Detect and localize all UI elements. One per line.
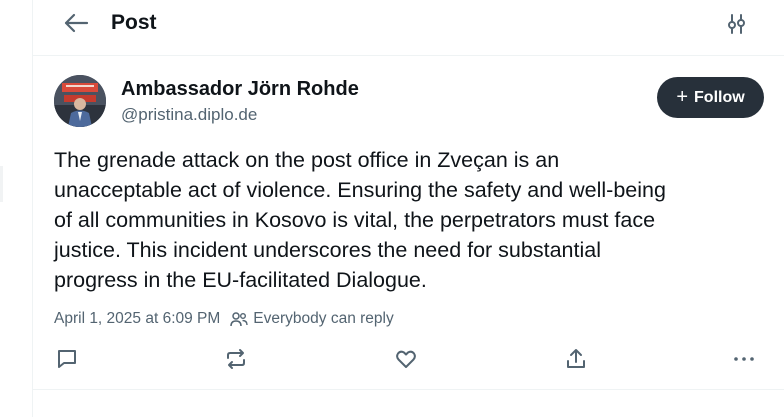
author-name[interactable]: Ambassador Jörn Rohde <box>121 77 359 101</box>
repost-button[interactable] <box>222 345 250 373</box>
more-options-button[interactable] <box>730 345 758 373</box>
reply-setting: Everybody can reply <box>253 310 394 327</box>
people-icon <box>230 311 248 327</box>
share-button[interactable] <box>562 345 590 373</box>
like-button[interactable] <box>392 345 420 373</box>
repost-icon <box>224 347 248 371</box>
filter-button[interactable] <box>723 10 751 38</box>
post-divider <box>33 389 784 390</box>
heart-icon <box>394 347 418 371</box>
reply-button[interactable] <box>53 345 81 373</box>
left-edge-marker <box>0 166 3 202</box>
share-icon <box>564 347 588 371</box>
post-header: Post <box>33 0 784 56</box>
page-title: Post <box>111 11 157 34</box>
post-column: Post Ambassador Jörn Rohde @pristina.dip… <box>32 0 784 417</box>
plus-icon: + <box>676 85 689 108</box>
reply-icon <box>55 347 79 371</box>
more-icon <box>732 347 756 371</box>
arrow-left-icon <box>63 12 89 34</box>
avatar[interactable] <box>54 75 106 127</box>
post-timestamp[interactable]: April 1, 2025 at 6:09 PM <box>54 310 220 328</box>
follow-label: Follow <box>694 88 745 106</box>
follow-button[interactable]: + Follow <box>657 77 764 118</box>
back-button[interactable] <box>61 10 91 36</box>
sliders-icon <box>726 13 748 35</box>
left-background <box>0 0 32 417</box>
post-text: The grenade attack on the post office in… <box>54 148 666 292</box>
author-handle[interactable]: @pristina.diplo.de <box>121 104 257 126</box>
post-meta: April 1, 2025 at 6:09 PM Everybody can r… <box>54 308 394 330</box>
